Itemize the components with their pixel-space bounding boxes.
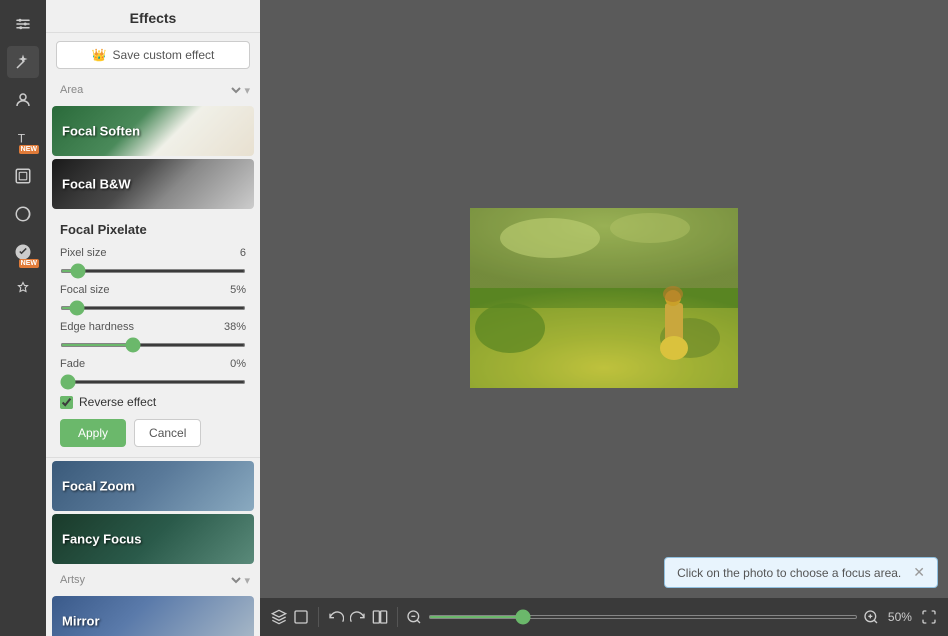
reverse-effect-checkbox[interactable] — [60, 396, 73, 409]
textures-icon[interactable] — [7, 198, 39, 230]
cancel-button[interactable]: Cancel — [134, 419, 201, 447]
text-icon[interactable]: T NEW — [7, 122, 39, 154]
edge-hardness-row: Edge hardness 38% — [60, 321, 246, 350]
new-badge-2: NEW — [19, 259, 39, 268]
undo-button[interactable] — [327, 603, 345, 631]
focal-size-label: Focal size — [60, 284, 110, 296]
adjustments-icon[interactable] — [7, 8, 39, 40]
focal-size-value: 5% — [230, 284, 246, 296]
effects-panel: Effects 👑 Save custom effect Area ▾ Foca… — [46, 0, 260, 636]
focal-pixelate-title: Focal Pixelate — [60, 222, 246, 237]
redo-button[interactable] — [349, 603, 367, 631]
compare-button[interactable] — [371, 603, 389, 631]
fade-row: Fade 0% — [60, 358, 246, 387]
fade-value: 0% — [230, 358, 246, 370]
svg-text:T: T — [18, 132, 26, 146]
pixel-size-row: Pixel size 6 — [60, 247, 246, 276]
focal-size-slider[interactable] — [60, 306, 246, 310]
reverse-effect-row: Reverse effect — [60, 395, 246, 409]
fancy-focus-card[interactable]: Fancy Focus — [52, 514, 254, 564]
focal-soften-card[interactable]: Focal Soften — [52, 106, 254, 156]
zoom-value: 50% — [884, 610, 916, 624]
artsy-section-header: Artsy ▾ — [46, 567, 260, 593]
divider-2 — [397, 607, 398, 627]
fit-button[interactable] — [920, 603, 938, 631]
focal-soften-label: Focal Soften — [62, 124, 140, 139]
edge-hardness-label: Edge hardness — [60, 321, 134, 333]
photo-image[interactable] — [470, 208, 738, 388]
artsy-chevron-icon: ▾ — [244, 574, 250, 587]
plugins-icon[interactable] — [7, 274, 39, 306]
apply-button[interactable]: Apply — [60, 419, 126, 447]
focal-bw-card[interactable]: Focal B&W — [52, 159, 254, 209]
fade-slider[interactable] — [60, 380, 246, 384]
mirror-label: Mirror — [62, 614, 100, 629]
frames-icon[interactable] — [7, 160, 39, 192]
crop-button[interactable] — [292, 603, 310, 631]
artsy-section-select[interactable]: Artsy — [56, 573, 244, 587]
pixel-size-value: 6 — [240, 247, 246, 259]
area-section-select[interactable]: Area — [56, 83, 244, 97]
new-badge: NEW — [19, 145, 39, 154]
stickers-icon[interactable]: NEW — [7, 236, 39, 268]
pixel-size-label: Pixel size — [60, 247, 106, 259]
focal-bw-label: Focal B&W — [62, 177, 131, 192]
focal-pixelate-controls: Focal Pixelate Pixel size 6 Focal size 5… — [46, 212, 260, 458]
layers-button[interactable] — [270, 603, 288, 631]
zoom-slider[interactable] — [428, 615, 858, 619]
focal-zoom-label: Focal Zoom — [62, 479, 135, 494]
edge-hardness-slider[interactable] — [60, 343, 246, 347]
crown-icon: 👑 — [92, 48, 107, 62]
mirror-card[interactable]: Mirror — [52, 596, 254, 636]
photo-container[interactable] — [470, 208, 738, 391]
focal-size-row: Focal size 5% — [60, 284, 246, 313]
portrait-icon[interactable] — [7, 84, 39, 116]
action-buttons: Apply Cancel — [60, 419, 246, 447]
effects-scroll-area[interactable]: Area ▾ Focal Soften Focal B&W Focal Pixe… — [46, 77, 260, 636]
fade-label: Fade — [60, 358, 85, 370]
effects-title: Effects — [46, 0, 260, 33]
zoom-in-button[interactable] — [862, 603, 880, 631]
save-custom-effect-button[interactable]: 👑 Save custom effect — [56, 41, 250, 69]
divider-1 — [318, 607, 319, 627]
left-toolbar: T NEW NEW — [0, 0, 46, 636]
area-section-header: Area ▾ — [46, 77, 260, 103]
tooltip-close-button[interactable]: ✕ — [913, 564, 925, 581]
pixel-size-slider[interactable] — [60, 269, 246, 273]
tooltip-text: Click on the photo to choose a focus are… — [677, 566, 901, 580]
focus-tooltip: Click on the photo to choose a focus are… — [664, 557, 938, 588]
focal-zoom-card[interactable]: Focal Zoom — [52, 461, 254, 511]
chevron-down-icon: ▾ — [244, 84, 250, 97]
edge-hardness-value: 38% — [224, 321, 246, 333]
fancy-focus-label: Fancy Focus — [62, 532, 141, 547]
canvas-area[interactable] — [260, 0, 948, 598]
reverse-effect-label: Reverse effect — [79, 395, 156, 409]
main-area: Click on the photo to choose a focus are… — [260, 0, 948, 636]
zoom-out-button[interactable] — [405, 603, 423, 631]
bottom-toolbar: 50% — [260, 598, 948, 636]
wand-icon[interactable] — [7, 46, 39, 78]
